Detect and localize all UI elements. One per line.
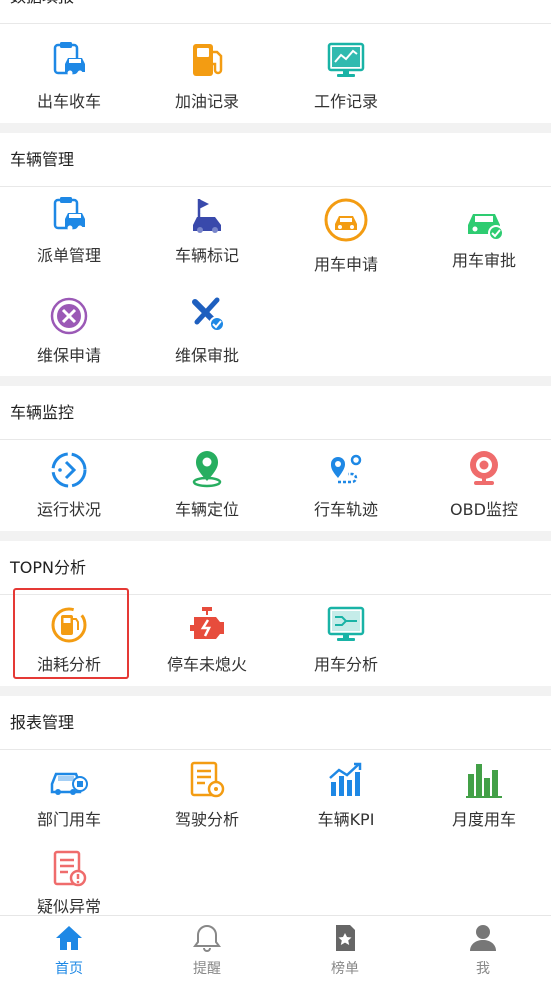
menu-item-label: 月度用车 (451, 810, 516, 829)
menu-item-label: 行车轨迹 (313, 500, 378, 519)
menu-item-label: 派单管理 (36, 246, 101, 265)
user-icon (467, 922, 499, 954)
menu-item-fuel-consumption[interactable]: 油耗分析 (9, 603, 129, 693)
usage-analysis-icon (326, 605, 366, 645)
monthly-bars-icon (464, 760, 504, 800)
tab-label: 首页 (55, 961, 83, 977)
menu-item-car-application[interactable]: 用车申请 (286, 195, 406, 285)
menu-item-label: 加油记录 (174, 92, 239, 111)
menu-item-label: 疑似异常 (36, 897, 101, 915)
menu-item-driving-track[interactable]: 行车轨迹 (286, 448, 406, 538)
menu-item-label: 车辆定位 (174, 500, 239, 519)
menu-item-dispatch-return[interactable]: 出车收车 (9, 38, 129, 128)
home-icon (53, 922, 85, 954)
menu-item-label: 工作记录 (313, 92, 378, 111)
dispatch-clipboard-icon (49, 195, 89, 235)
menu-item-vehicle-kpi[interactable]: 车辆KPI (286, 758, 406, 848)
section-divider (0, 531, 551, 541)
bell-icon (191, 922, 223, 954)
obd-camera-icon (464, 448, 504, 488)
menu-item-label: 车辆KPI (317, 810, 375, 829)
menu-item-label: 用车申请 (313, 255, 378, 274)
menu-item-maintenance-apply[interactable]: 维保申请 (9, 294, 129, 384)
menu-item-label: OBD监控 (450, 500, 518, 519)
section-divider (0, 376, 551, 386)
ranking-icon (329, 922, 361, 954)
tools-check-icon (187, 294, 227, 334)
section-title-topn: TOPN分析 (0, 541, 551, 595)
menu-item-label: 油耗分析 (36, 655, 101, 674)
fuel-consumption-icon (49, 605, 89, 645)
menu-item-fuel-record[interactable]: 加油记录 (147, 38, 267, 128)
home-page: 数据填报 出车收车 加油记录 工作记录 车辆管理 派单管理 车辆标记 (0, 0, 551, 915)
menu-item-label: 运行状况 (36, 500, 101, 519)
fuel-pump-icon (187, 40, 227, 80)
car-circle-icon (323, 197, 369, 243)
section-title-vehicle-monitor: 车辆监控 (0, 386, 551, 440)
tab-ranking[interactable]: 榜单 (276, 916, 414, 984)
kpi-chart-icon (326, 760, 366, 800)
location-pin-icon (187, 448, 227, 488)
car-check-icon (464, 201, 504, 241)
department-car-icon (49, 760, 89, 800)
car-flag-icon (187, 195, 227, 235)
menu-item-label: 部门用车 (36, 810, 101, 829)
menu-item-usage-analysis[interactable]: 用车分析 (286, 603, 406, 693)
menu-item-work-record[interactable]: 工作记录 (286, 38, 406, 128)
route-track-icon (326, 450, 366, 490)
menu-item-label: 驾驶分析 (174, 810, 239, 829)
menu-item-obd-monitor[interactable]: OBD监控 (424, 448, 544, 538)
menu-item-label: 用车审批 (451, 251, 516, 270)
menu-item-label: 维保申请 (36, 346, 101, 365)
tab-me[interactable]: 我 (414, 916, 551, 984)
menu-item-vehicle-location[interactable]: 车辆定位 (147, 448, 267, 538)
menu-item-driving-analysis[interactable]: 驾驶分析 (147, 758, 267, 848)
suspect-document-icon (49, 849, 89, 889)
car-clipboard-icon (49, 40, 89, 80)
menu-item-department-car[interactable]: 部门用车 (9, 758, 129, 848)
menu-item-label: 车辆标记 (174, 246, 239, 265)
tab-reminder[interactable]: 提醒 (138, 916, 276, 984)
section-divider (0, 123, 551, 133)
tab-label: 提醒 (193, 961, 221, 977)
menu-item-monthly-usage[interactable]: 月度用车 (424, 758, 544, 848)
tab-label: 我 (476, 961, 490, 977)
tools-circle-icon (49, 296, 89, 336)
tab-home[interactable]: 首页 (0, 916, 138, 984)
menu-item-running-status[interactable]: 运行状况 (9, 448, 129, 538)
bottom-tab-bar: 首页 提醒 榜单 我 (0, 915, 551, 983)
tab-label: 榜单 (331, 961, 359, 977)
section-title-reports: 报表管理 (0, 696, 551, 750)
menu-item-maintenance-approve[interactable]: 维保审批 (147, 294, 267, 384)
menu-item-idle-engine[interactable]: 停车未熄火 (147, 603, 267, 693)
menu-item-vehicle-mark[interactable]: 车辆标记 (147, 195, 267, 285)
section-title-data-entry: 数据填报 (0, 0, 551, 24)
menu-item-label: 用车分析 (313, 655, 378, 674)
status-arrow-icon (49, 450, 89, 490)
driving-analysis-icon (187, 760, 227, 800)
menu-item-label: 停车未熄火 (166, 655, 247, 674)
section-divider (0, 686, 551, 696)
menu-item-dispatch-mgmt[interactable]: 派单管理 (9, 195, 129, 285)
section-title-vehicle-mgmt: 车辆管理 (0, 133, 551, 187)
monitor-chart-icon (326, 40, 366, 80)
menu-item-car-approval[interactable]: 用车审批 (424, 195, 544, 285)
menu-item-label: 维保审批 (174, 346, 239, 365)
menu-item-suspected-anomaly[interactable]: 疑似异常 (9, 847, 129, 915)
menu-item-label: 出车收车 (36, 92, 101, 111)
engine-alert-icon (187, 605, 227, 645)
